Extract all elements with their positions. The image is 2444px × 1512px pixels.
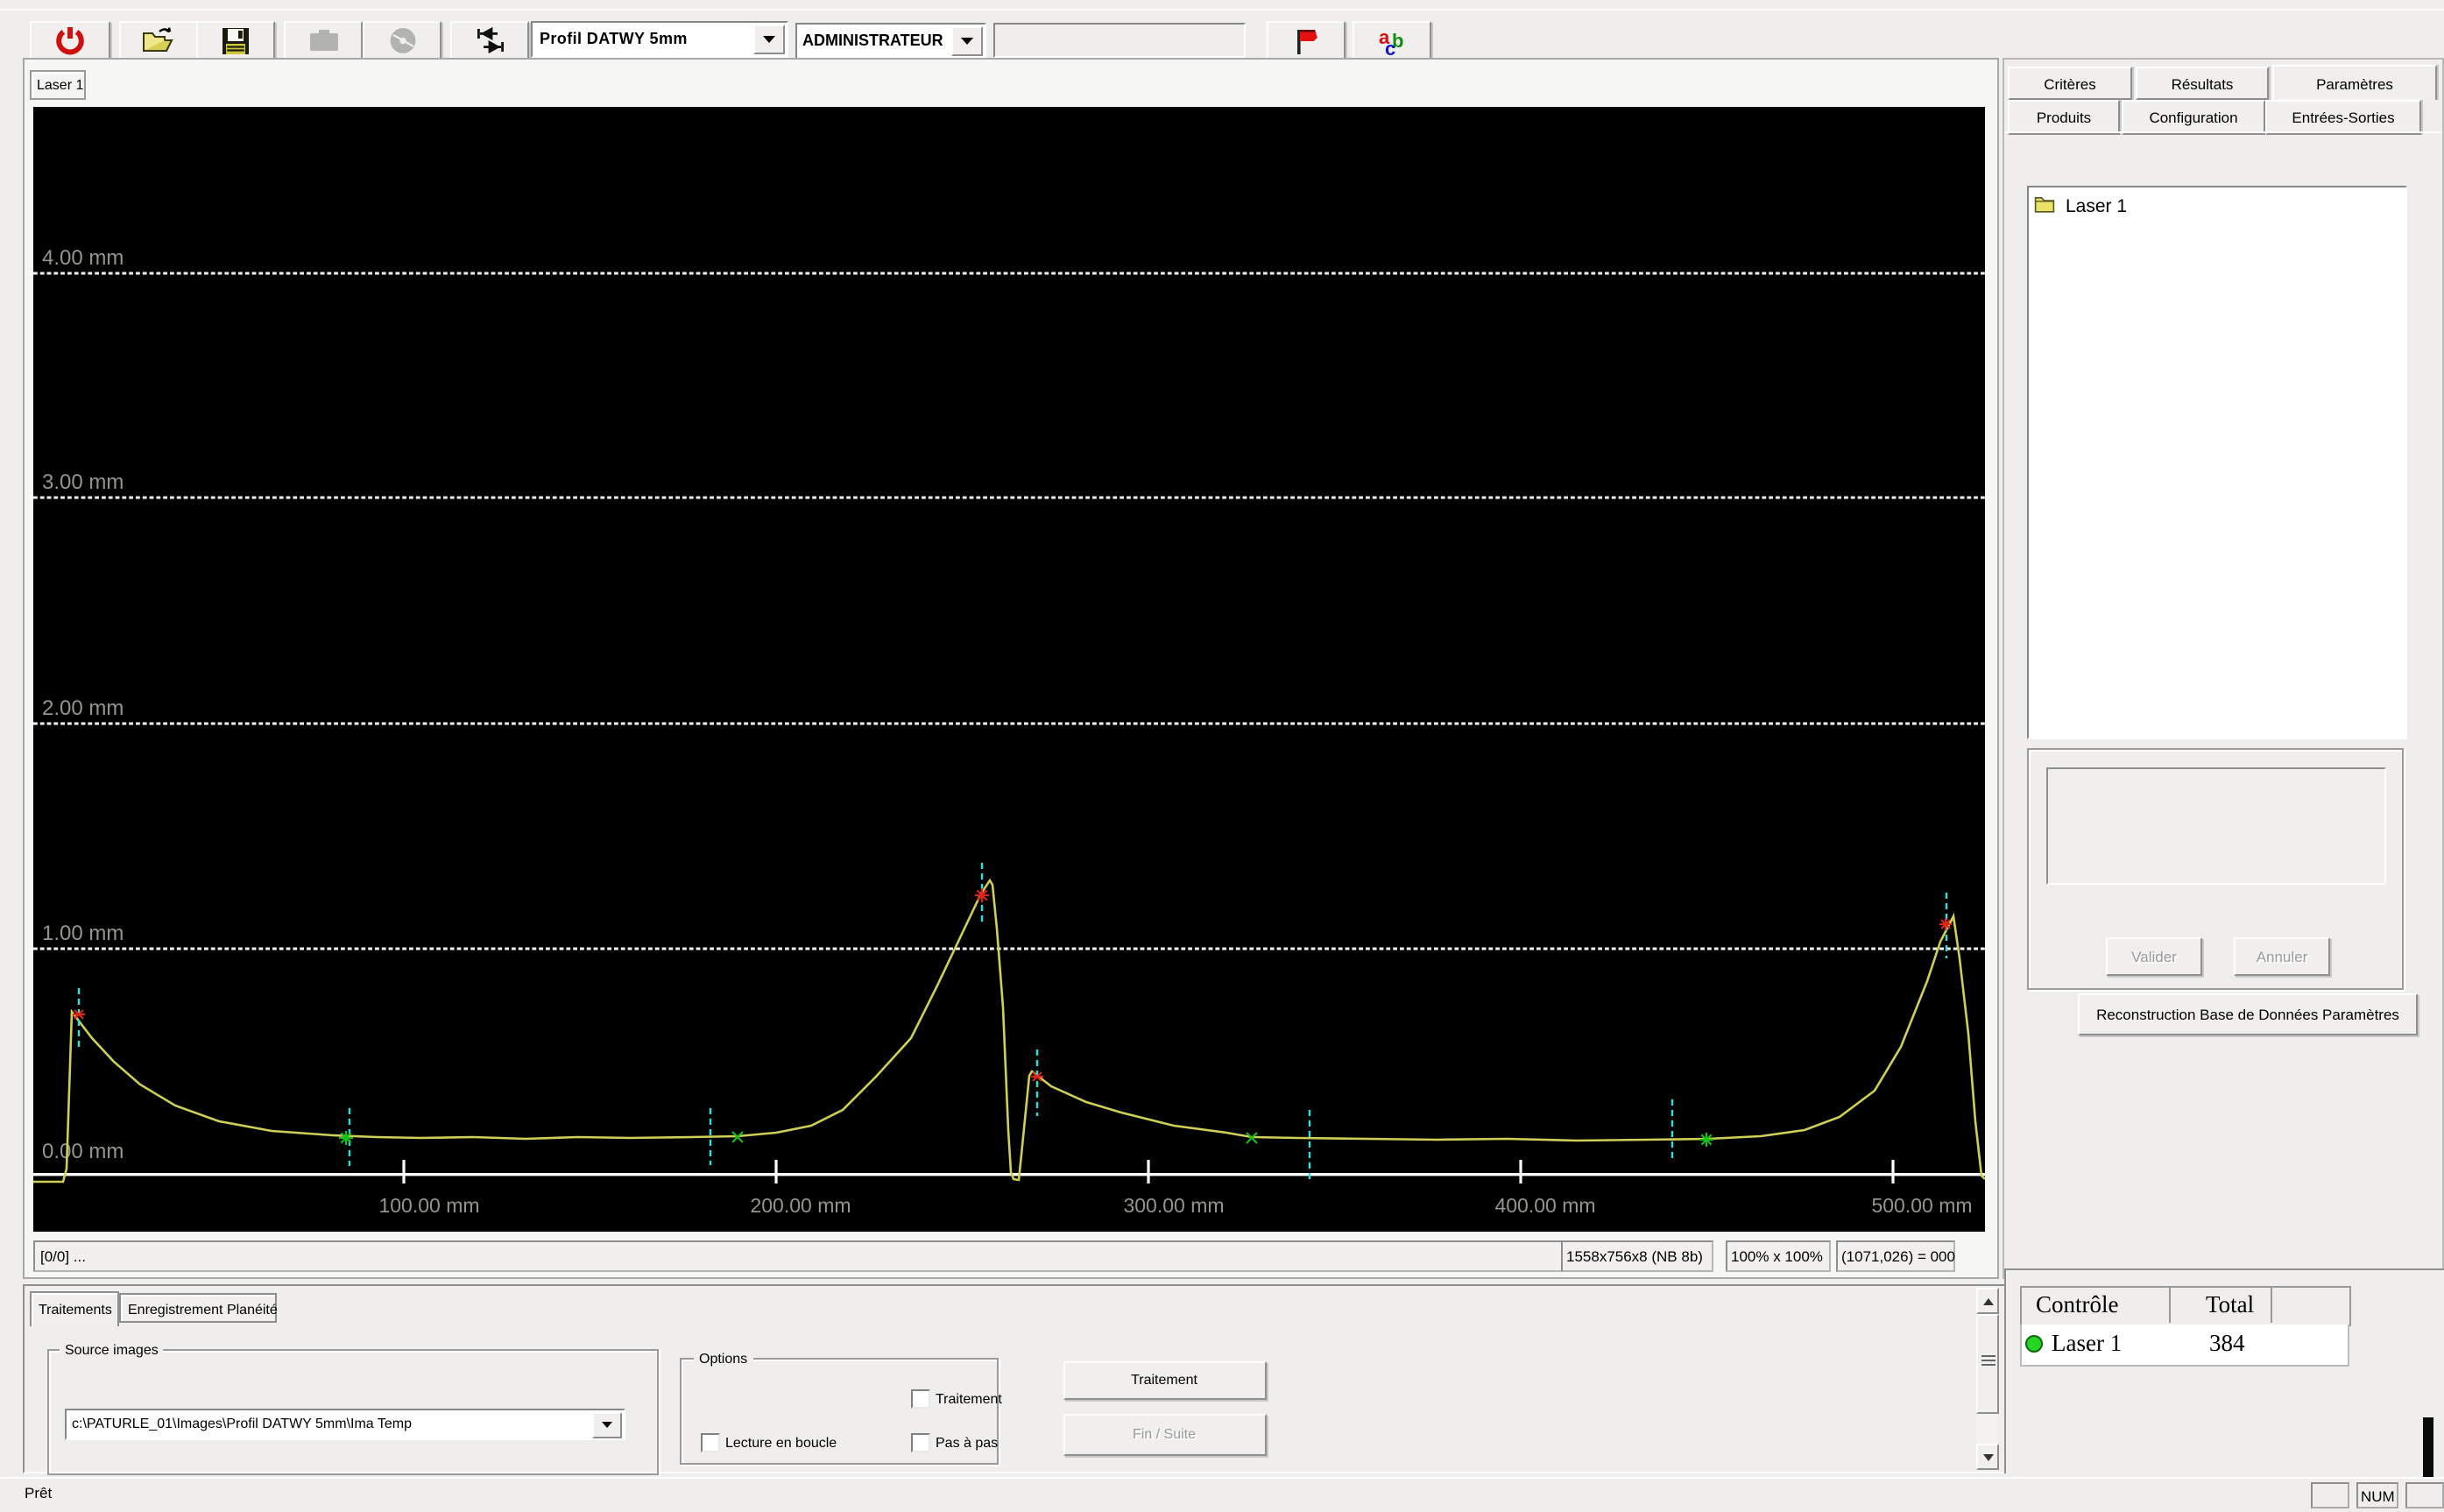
svg-text:4.00 mm: 4.00 mm	[42, 246, 124, 270]
svg-text:c: c	[1384, 37, 1395, 55]
svg-text:2.00 mm: 2.00 mm	[42, 696, 124, 720]
svg-text:3.00 mm: 3.00 mm	[42, 470, 124, 494]
svg-text:1.00 mm: 1.00 mm	[42, 922, 124, 945]
svg-text:300.00 mm: 300.00 mm	[1123, 1194, 1224, 1217]
svg-text:200.00 mm: 200.00 mm	[750, 1194, 851, 1217]
svg-text:400.00 mm: 400.00 mm	[1494, 1194, 1595, 1217]
svg-text:0.00 mm: 0.00 mm	[42, 1140, 124, 1163]
svg-text:500.00 mm: 500.00 mm	[1871, 1194, 1972, 1217]
svg-text:100.00 mm: 100.00 mm	[378, 1194, 479, 1217]
